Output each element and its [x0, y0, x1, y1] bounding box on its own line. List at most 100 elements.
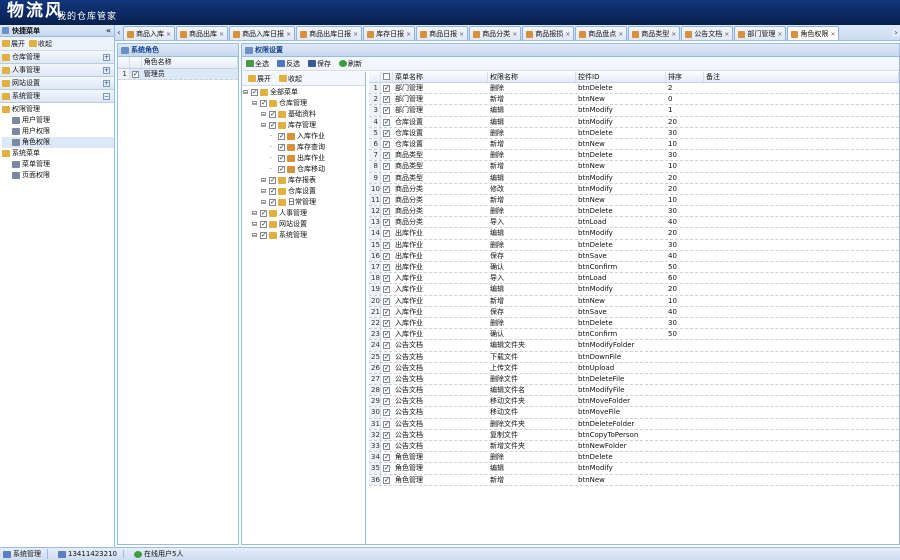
- row-checkbox[interactable]: [383, 307, 390, 317]
- table-row[interactable]: 9 商品类型 编辑 btnModify 20: [369, 172, 899, 184]
- role-col-name[interactable]: 角色名称: [142, 57, 238, 68]
- tree-item[interactable]: 角色权限: [2, 137, 114, 148]
- table-row[interactable]: 8 商品类型 新增 btnNew 10: [369, 161, 899, 173]
- tab-2[interactable]: 商品入库日报 ×: [229, 26, 296, 40]
- select-all-checkbox[interactable]: [383, 73, 390, 80]
- node-checkbox[interactable]: [278, 164, 285, 175]
- perm-tree-node[interactable]: ⊟库存管理: [243, 120, 365, 131]
- table-row[interactable]: 23 入库作业 确认 btnConfirm 50: [369, 329, 899, 341]
- tree-item[interactable]: 权限管理: [2, 104, 114, 115]
- accordion-3[interactable]: 系统管理 −: [0, 90, 114, 103]
- plus-icon[interactable]: +: [103, 80, 110, 87]
- perm-tree-node[interactable]: ⊟仓库设置: [243, 186, 365, 197]
- table-row[interactable]: 1 部门管理 删除 btnDelete 2: [369, 83, 899, 95]
- row-checkbox[interactable]: [383, 430, 390, 440]
- save-button[interactable]: 保存: [308, 59, 331, 69]
- row-checkbox[interactable]: [383, 329, 390, 339]
- node-checkbox[interactable]: [269, 175, 276, 186]
- expander-icon[interactable]: ⊟: [261, 186, 267, 197]
- close-icon[interactable]: ×: [353, 31, 358, 38]
- expander-icon[interactable]: ⊟: [252, 219, 258, 230]
- accordion-2[interactable]: 网站设置 +: [0, 77, 114, 90]
- col-sort[interactable]: 排序: [666, 72, 704, 82]
- tab-3[interactable]: 商品出库日报 ×: [296, 26, 363, 40]
- refresh-button[interactable]: 刷新: [339, 59, 362, 69]
- close-icon[interactable]: ×: [219, 31, 224, 38]
- row-checkbox[interactable]: [383, 318, 390, 328]
- tree-item[interactable]: 用户管理: [2, 115, 114, 126]
- table-row[interactable]: 18 入库作业 导入 btnLoad 60: [369, 273, 899, 285]
- tab-9[interactable]: 商品类型 ×: [628, 26, 681, 40]
- row-checkbox[interactable]: [383, 463, 390, 474]
- expander-icon[interactable]: ⊟: [252, 98, 258, 109]
- row-checkbox[interactable]: [383, 128, 390, 138]
- node-checkbox[interactable]: [269, 186, 276, 197]
- close-icon[interactable]: ×: [512, 31, 517, 38]
- tree-item[interactable]: 系统菜单: [2, 148, 114, 159]
- row-checkbox[interactable]: [383, 352, 390, 362]
- invert-select-button[interactable]: 反选: [277, 59, 300, 69]
- close-icon[interactable]: ×: [286, 31, 291, 38]
- row-checkbox[interactable]: [383, 475, 390, 485]
- tab-6[interactable]: 商品分类 ×: [469, 26, 522, 40]
- node-checkbox[interactable]: [278, 131, 285, 142]
- row-checkbox[interactable]: [383, 240, 390, 250]
- table-row[interactable]: 15 出库作业 删除 btnDelete 30: [369, 239, 899, 251]
- perm-tree-node[interactable]: ⊟基础资料: [243, 109, 365, 120]
- row-checkbox[interactable]: [383, 217, 390, 227]
- col-permission-name[interactable]: 权限名称: [488, 72, 576, 82]
- tab-5[interactable]: 商品日报 ×: [416, 26, 469, 40]
- col-remark[interactable]: 备注: [704, 72, 899, 82]
- row-checkbox[interactable]: [383, 441, 390, 451]
- perm-tree-node[interactable]: ⊟仓库管理: [243, 98, 365, 109]
- perm-tree-node[interactable]: ·库存查询: [243, 142, 365, 153]
- node-checkbox[interactable]: [278, 142, 285, 153]
- tab-10[interactable]: 公告文档 ×: [681, 26, 734, 40]
- row-checkbox[interactable]: [383, 206, 390, 216]
- close-icon[interactable]: ×: [777, 31, 782, 38]
- table-row[interactable]: 26 公告文档 上传文件 btnUpload: [369, 362, 899, 374]
- table-row[interactable]: 24 公告文档 编辑文件夹 btnModifyFolder: [369, 340, 899, 352]
- node-checkbox[interactable]: [260, 230, 267, 241]
- table-row[interactable]: 35 角色管理 编辑 btnModify: [369, 463, 899, 475]
- expander-icon[interactable]: ⊟: [243, 87, 249, 98]
- row-checkbox[interactable]: [131, 69, 139, 79]
- tab-8[interactable]: 商品盘点 ×: [575, 26, 628, 40]
- row-checkbox[interactable]: [383, 139, 390, 149]
- close-icon[interactable]: ×: [406, 31, 411, 38]
- select-all-button[interactable]: 全选: [246, 59, 269, 69]
- node-checkbox[interactable]: [269, 120, 276, 131]
- plus-icon[interactable]: +: [103, 54, 110, 61]
- table-row[interactable]: 27 公告文档 删除文件 btnDeleteFile: [369, 373, 899, 386]
- table-row[interactable]: 29 公告文档 移动文件夹 btnMoveFolder: [369, 396, 899, 408]
- expander-icon[interactable]: ·: [270, 131, 276, 142]
- table-row[interactable]: 17 出库作业 确认 btnConfirm 50: [369, 262, 899, 274]
- row-checkbox[interactable]: [383, 117, 390, 127]
- expander-icon[interactable]: ⊟: [261, 197, 267, 208]
- table-row[interactable]: 22 入库作业 删除 btnDelete 30: [369, 317, 899, 330]
- tab-0[interactable]: 商品入库 ×: [123, 26, 176, 40]
- table-row[interactable]: 33 公告文档 新增文件夹 btnNewFolder: [369, 441, 899, 453]
- row-checkbox[interactable]: [383, 184, 390, 194]
- perm-tree-node[interactable]: ·仓库移动: [243, 164, 365, 175]
- col-control-id[interactable]: 控件ID: [576, 72, 666, 82]
- plus-icon[interactable]: +: [103, 67, 110, 74]
- row-checkbox[interactable]: [383, 195, 390, 205]
- tab-scroll-right-icon[interactable]: ›: [892, 28, 900, 37]
- row-checkbox[interactable]: [383, 83, 390, 93]
- perm-tree-node[interactable]: ⊟人事管理: [243, 208, 365, 219]
- tree-item[interactable]: 页面权限: [2, 170, 114, 181]
- row-checkbox[interactable]: [383, 419, 390, 429]
- accordion-1[interactable]: 人事管理 +: [0, 64, 114, 77]
- row-checkbox[interactable]: [383, 374, 390, 384]
- node-checkbox[interactable]: [251, 87, 258, 98]
- row-checkbox[interactable]: [383, 296, 390, 306]
- table-row[interactable]: 5 仓库设置 删除 btnDelete 30: [369, 127, 899, 139]
- table-row[interactable]: 36 角色管理 新增 btnNew: [369, 474, 899, 486]
- table-row[interactable]: 3 部门管理 编辑 btnModify 1: [369, 105, 899, 117]
- node-checkbox[interactable]: [278, 153, 285, 164]
- table-row[interactable]: 13 商品分类 导入 btnLoad 40: [369, 217, 899, 229]
- tab-7[interactable]: 商品报损 ×: [522, 26, 575, 40]
- node-checkbox[interactable]: [260, 98, 267, 109]
- close-icon[interactable]: ×: [166, 31, 171, 38]
